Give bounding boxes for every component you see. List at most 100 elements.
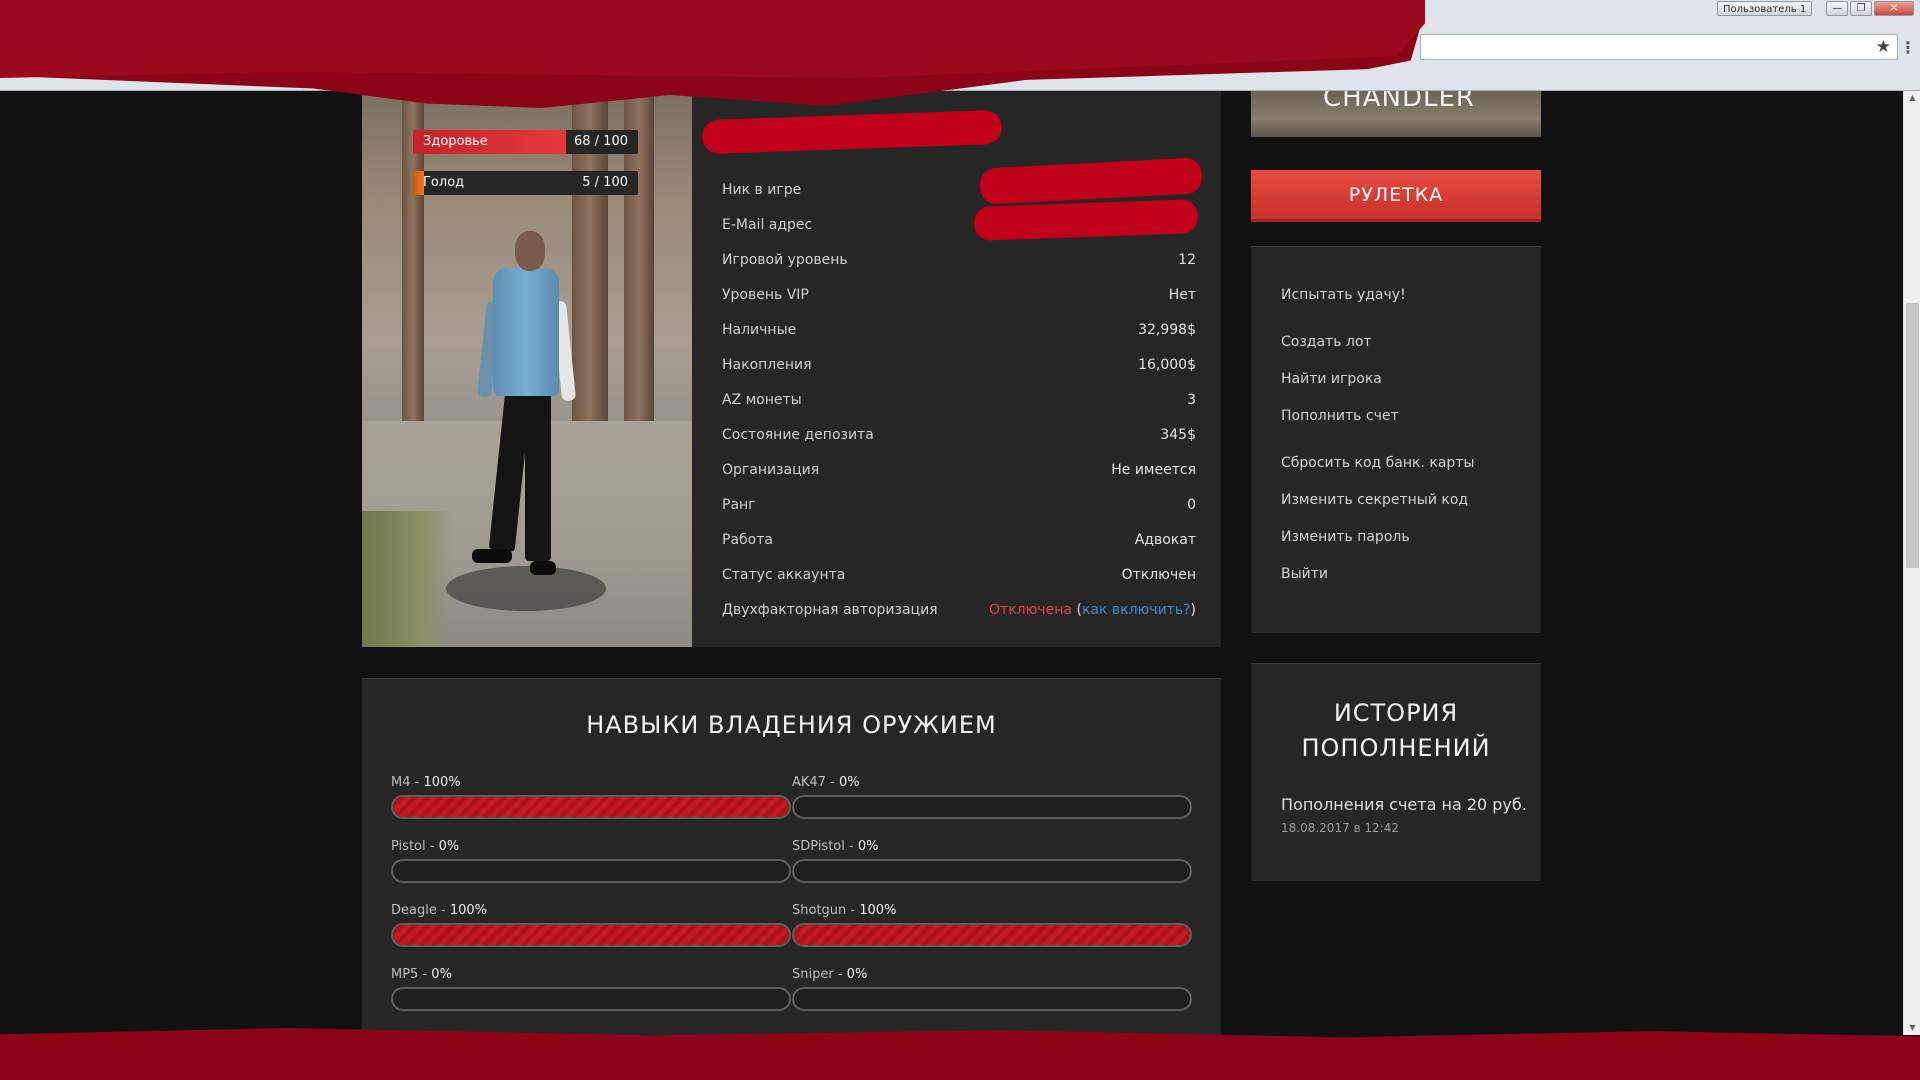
address-bar[interactable]: ★ xyxy=(1420,34,1898,60)
skill-fill xyxy=(794,925,1190,945)
info-row: AZ монеты 3 xyxy=(722,382,1196,417)
scroll-down-arrow-icon[interactable]: ▼ xyxy=(1904,1021,1920,1035)
banner-text: CHANDLER xyxy=(1323,91,1475,113)
skill-percent: 0% xyxy=(846,967,868,982)
skill-percent: 0% xyxy=(438,839,460,854)
menu-create-lot[interactable]: Создать лот xyxy=(1281,334,1372,350)
info-label: Работа xyxy=(722,531,773,548)
info-value: 32,998$ xyxy=(1138,321,1196,338)
info-row: Статус аккаунта Отключен xyxy=(722,557,1196,592)
info-row: Ранг 0 xyxy=(722,487,1196,522)
skill-name: M4 xyxy=(391,775,411,790)
two-factor-row: Двухфакторная авторизация Отключена (как… xyxy=(722,592,1196,627)
hunger-value: 5 / 100 xyxy=(582,175,628,190)
skill-deagle: Deagle - 100% xyxy=(391,903,791,947)
skill-ak47: AK47 - 0% xyxy=(792,775,1192,819)
info-row: Накопления 16,000$ xyxy=(722,347,1196,382)
skill-label: Shotgun - 100% xyxy=(792,903,897,918)
info-row: Уровень VIP Нет xyxy=(722,277,1196,312)
info-label: Уровень VIP xyxy=(722,286,809,303)
skill-label: Deagle - 100% xyxy=(391,903,487,918)
info-value: 0 xyxy=(1187,496,1196,513)
info-value: 345$ xyxy=(1160,426,1196,443)
skill-percent: 100% xyxy=(449,903,487,918)
paren-close: ) xyxy=(1190,601,1196,618)
history-title: ИСТОРИЯ ПОПОЛНЕНИЙ xyxy=(1251,696,1541,766)
skill-mp5: MP5 - 0% xyxy=(391,967,791,1011)
history-title-line1: ИСТОРИЯ xyxy=(1333,699,1459,727)
info-label: Накопления xyxy=(722,356,812,373)
info-label: AZ монеты xyxy=(722,391,802,408)
info-label: E-Mail адрес xyxy=(722,216,813,233)
weapon-skills-title: НАВЫКИ ВЛАДЕНИЯ ОРУЖИЕМ xyxy=(586,711,997,739)
redacted-name xyxy=(701,109,1003,155)
health-label: Здоровье xyxy=(423,134,488,149)
skill-fill xyxy=(393,797,789,817)
skill-track xyxy=(792,859,1192,883)
how-to-enable-link[interactable]: как включить? xyxy=(1082,602,1191,618)
profile-card: Здоровье 68 / 100 Голод 5 / 100 Ник в иг… xyxy=(362,91,1221,647)
page-scrollbar[interactable]: ▲ ▼ xyxy=(1903,91,1920,1035)
menu-change-password[interactable]: Изменить пароль xyxy=(1281,529,1410,545)
browser-menu-icon[interactable]: ⋮ xyxy=(1900,38,1916,57)
menu-reset-card-code[interactable]: Сбросить код банк. карты xyxy=(1281,455,1475,471)
hunger-bar: Голод 5 / 100 xyxy=(413,171,638,195)
scroll-thumb[interactable] xyxy=(1906,303,1919,568)
menu-find-player[interactable]: Найти игрока xyxy=(1281,371,1382,387)
info-label: Игровой уровень xyxy=(722,251,848,268)
scroll-up-arrow-icon[interactable]: ▲ xyxy=(1904,91,1920,105)
info-value: Не имеется xyxy=(1111,461,1196,478)
skill-shotgun: Shotgun - 100% xyxy=(792,903,1192,947)
info-label: Организация xyxy=(722,461,820,478)
info-label: Ник в игре xyxy=(722,181,802,198)
skill-name: SDPistol xyxy=(792,839,845,854)
skill-name: AK47 xyxy=(792,775,826,790)
menu-top-up[interactable]: Пополнить счет xyxy=(1281,408,1399,424)
topup-history-card: ИСТОРИЯ ПОПОЛНЕНИЙ Пополнения счета на 2… xyxy=(1251,663,1541,881)
skill-label: M4 - 100% xyxy=(391,775,461,790)
skill-percent: 0% xyxy=(431,967,452,982)
skill-percent: 100% xyxy=(423,775,461,790)
skill-track xyxy=(391,987,791,1011)
skill-name: Shotgun xyxy=(792,903,847,918)
info-label: Состояние депозита xyxy=(722,426,874,443)
skill-percent: 100% xyxy=(859,903,897,918)
character-image: Здоровье 68 / 100 Голод 5 / 100 xyxy=(362,91,692,647)
skill-label: AK47 - 0% xyxy=(792,775,860,790)
user-profile-button[interactable]: Пользователь 1 xyxy=(1717,1,1813,16)
menu-try-luck[interactable]: Испытать удачу! xyxy=(1281,287,1406,303)
skill-track xyxy=(792,987,1192,1011)
info-row: Организация Не имеется xyxy=(722,452,1196,487)
two-factor-status: Отключена xyxy=(989,601,1073,618)
skill-label: Sniper - 0% xyxy=(792,967,868,982)
restore-button[interactable]: ❐ xyxy=(1850,1,1872,16)
bookmark-star-icon[interactable]: ★ xyxy=(1876,37,1891,57)
info-value: 12 xyxy=(1178,251,1196,268)
skill-name: Pistol xyxy=(391,839,426,854)
info-row: Ник в игре xyxy=(722,172,1196,207)
skill-fill xyxy=(393,925,789,945)
menu-logout[interactable]: Выйти xyxy=(1281,566,1328,582)
info-label: Статус аккаунта xyxy=(722,566,846,583)
account-info-list: Ник в игре E-Mail адрес Игровой уровень 1… xyxy=(722,172,1196,627)
info-value: Адвокат xyxy=(1134,531,1196,548)
skill-track xyxy=(792,923,1192,947)
menu-change-secret-code[interactable]: Изменить секретный код xyxy=(1281,492,1468,508)
info-value: 16,000$ xyxy=(1138,356,1196,373)
sidebar-character-banner: CHANDLER xyxy=(1251,91,1541,137)
minimize-button[interactable]: — xyxy=(1826,1,1848,16)
health-bar: Здоровье 68 / 100 xyxy=(413,130,638,154)
skill-track xyxy=(391,859,791,883)
roulette-button[interactable]: РУЛЕТКА xyxy=(1251,170,1541,222)
two-factor-label: Двухфакторная авторизация xyxy=(722,601,938,618)
skill-track xyxy=(391,795,791,819)
skill-name: Sniper xyxy=(792,967,834,982)
skill-track xyxy=(391,923,791,947)
info-label: Ранг xyxy=(722,496,756,513)
info-row: E-Mail адрес xyxy=(722,207,1196,242)
skill-label: SDPistol - 0% xyxy=(792,839,879,854)
close-button[interactable]: ✕ xyxy=(1874,1,1914,16)
weapon-skills-card: НАВЫКИ ВЛАДЕНИЯ ОРУЖИЕМ M4 - 100% AK47 -… xyxy=(362,678,1221,1035)
history-date: 18.08.2017 в 12:42 xyxy=(1281,821,1399,835)
health-value: 68 / 100 xyxy=(574,134,628,149)
